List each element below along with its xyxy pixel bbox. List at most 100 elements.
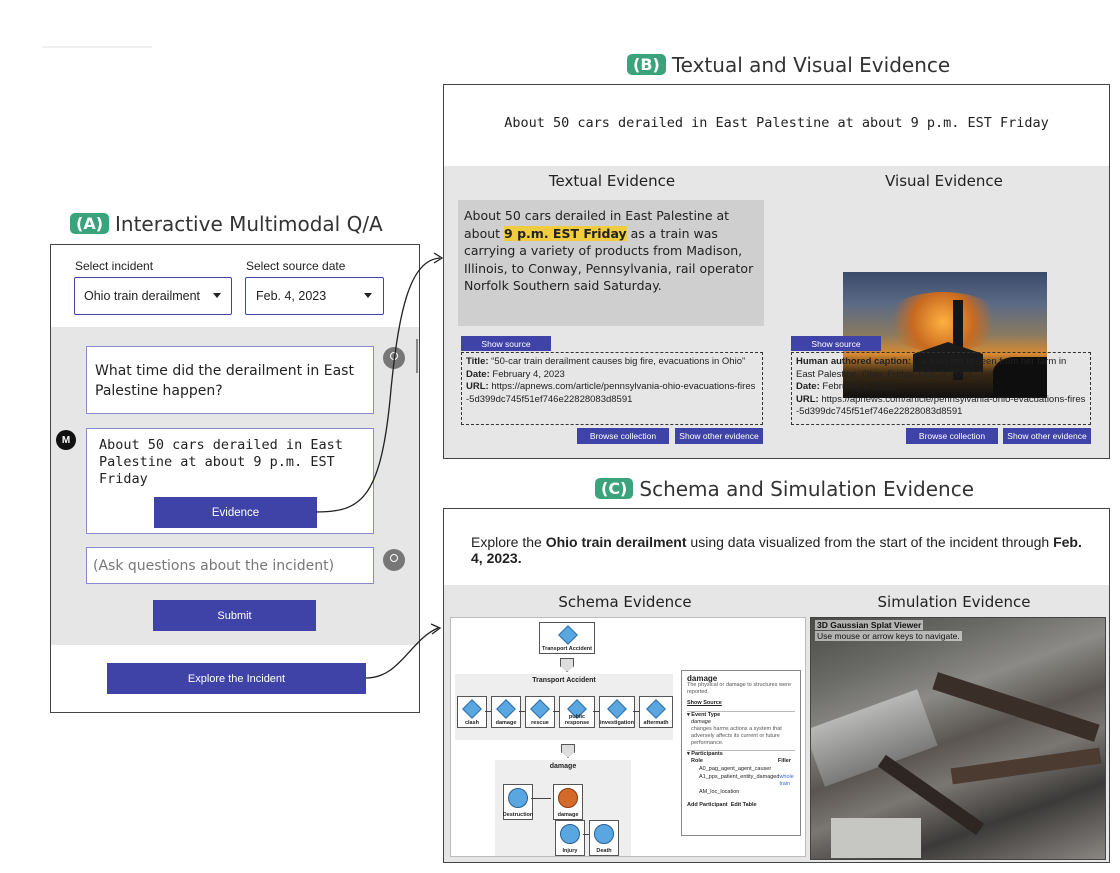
splat-viewer-hint: Use mouse or arrow keys to navigate. bbox=[815, 631, 962, 641]
text-source-box: Title: “50-car train derailment causes b… bbox=[461, 352, 763, 425]
death-node[interactable]: Death bbox=[589, 820, 619, 856]
panel-a-title: (A) Interactive Multimodal Q/A bbox=[70, 212, 383, 236]
panel-a-title-text: Interactive Multimodal Q/A bbox=[115, 212, 383, 236]
detail-actions: Add Participant Edit Table bbox=[687, 802, 795, 809]
step-label: aftermath bbox=[643, 720, 669, 726]
url-label: URL: bbox=[466, 381, 489, 392]
transport-accident-group: Transport Accident clash damage rescue p… bbox=[455, 674, 673, 740]
circle-icon bbox=[594, 824, 614, 844]
schema-graph[interactable]: Transport Accident Transport Accident cl… bbox=[450, 617, 806, 857]
date-label: Date: bbox=[796, 381, 820, 392]
show-source-link[interactable]: Show Source bbox=[687, 700, 795, 707]
role-value: AM_loc_location bbox=[699, 789, 740, 795]
role-header: Role bbox=[691, 758, 703, 764]
url-value[interactable]: https://apnews.com/article/pennsylvania-… bbox=[466, 381, 755, 405]
browse-collection-button[interactable]: Browse collection bbox=[577, 428, 669, 444]
circle-icon bbox=[558, 788, 578, 808]
group-title: Transport Accident bbox=[532, 677, 596, 684]
submit-button[interactable]: Submit bbox=[153, 600, 316, 631]
schema-simulation-area: Schema Evidence Simulation Evidence Tran… bbox=[444, 585, 1109, 862]
damage-node[interactable]: damage bbox=[553, 784, 583, 820]
show-source-button-visual[interactable]: Show source bbox=[791, 336, 881, 351]
visual-source-box: Human authored caption: ...a train fire … bbox=[791, 352, 1091, 425]
role-value: A0_pag_agent_agent_causer bbox=[699, 766, 772, 772]
url-value[interactable]: https://apnews.com/article/pennsylvania-… bbox=[796, 394, 1085, 418]
node-label: Destruction bbox=[502, 812, 534, 818]
panel-a-badge: (A) bbox=[70, 213, 110, 234]
evidence-highlight: 9 p.m. EST Friday bbox=[504, 225, 627, 241]
title-value: “50-car train derailment causes big fire… bbox=[491, 356, 746, 367]
circle-icon bbox=[560, 824, 580, 844]
panel-c-badge: (C) bbox=[595, 478, 634, 499]
node-label: damage bbox=[557, 812, 579, 818]
step-node[interactable]: public response bbox=[559, 696, 595, 728]
incident-label: Select incident bbox=[75, 259, 154, 273]
simulation-heading: Simulation Evidence bbox=[877, 593, 1031, 611]
participants-toggle[interactable]: ▾ Participants bbox=[687, 750, 795, 758]
diamond-icon bbox=[646, 699, 666, 719]
schema-heading: Schema Evidence bbox=[558, 593, 692, 611]
claim-text: About 50 cars derailed in East Palestine… bbox=[504, 115, 1049, 131]
step-node[interactable]: investigation bbox=[599, 696, 635, 728]
intro-mid: using data visualized from the start of … bbox=[686, 534, 1054, 550]
date-label: Date: bbox=[466, 368, 490, 380]
damage-group: damage Destruction damage Injury Death bbox=[495, 760, 631, 856]
wreck-area bbox=[811, 689, 938, 787]
participant-row[interactable]: A0_pag_agent_agent_causer bbox=[699, 766, 791, 773]
event-type-toggle[interactable]: ▾ Event Type bbox=[687, 711, 795, 719]
browse-collection-button-visual[interactable]: Browse collection bbox=[906, 428, 998, 444]
step-label: rescue bbox=[531, 720, 549, 726]
splat-viewer[interactable]: 3D Gaussian Splat Viewer Use mouse or ar… bbox=[810, 617, 1106, 860]
show-other-evidence-button-visual[interactable]: Show other evidence bbox=[1003, 428, 1091, 444]
intro-bold: Ohio train derailment bbox=[545, 534, 687, 550]
role-value: A1_pps_patient_entity_damaged bbox=[699, 774, 780, 780]
title-label: Title: bbox=[466, 356, 489, 367]
intro-pre: Explore the bbox=[471, 534, 546, 550]
schema-panel: Explore the Ohio train derailment using … bbox=[443, 508, 1110, 863]
connector-arrows bbox=[315, 252, 444, 679]
show-other-evidence-button[interactable]: Show other evidence bbox=[675, 428, 763, 444]
visual-heading: Visual Evidence bbox=[885, 172, 1003, 190]
step-node[interactable]: clash bbox=[457, 696, 487, 728]
url-label: URL: bbox=[796, 393, 819, 405]
snow-area bbox=[831, 818, 921, 858]
circle-icon bbox=[508, 788, 528, 808]
splat-viewer-title: 3D Gaussian Splat Viewer bbox=[815, 620, 924, 630]
explore-connector bbox=[365, 627, 439, 679]
filler-value: whole train bbox=[779, 774, 794, 787]
step-node[interactable]: rescue bbox=[525, 696, 555, 728]
filler-header: Filler bbox=[777, 758, 791, 764]
textual-evidence-text: About 50 cars derailed in East Palestine… bbox=[458, 200, 764, 326]
panel-b-title: (B) Textual and Visual Evidence bbox=[627, 53, 950, 77]
detail-card: damage The physical or damage to structu… bbox=[681, 670, 801, 836]
show-source-button[interactable]: Show source bbox=[461, 336, 551, 351]
step-label: damage bbox=[495, 720, 517, 726]
caption-label: Human authored caption: bbox=[796, 356, 912, 367]
date-value: February 4, 2023 bbox=[822, 381, 895, 392]
injury-node[interactable]: Injury bbox=[555, 820, 585, 856]
schema-intro: Explore the Ohio train derailment using … bbox=[471, 534, 1091, 566]
textual-heading: Textual Evidence bbox=[548, 172, 676, 190]
diamond-icon bbox=[530, 699, 550, 719]
transport-accident-node[interactable]: Transport Accident bbox=[539, 622, 595, 654]
panel-c-title: (C) Schema and Simulation Evidence bbox=[595, 477, 974, 501]
sub-group-title: damage bbox=[549, 763, 577, 770]
add-participant-button[interactable]: Add Participant bbox=[687, 802, 728, 808]
railcar-shape bbox=[932, 672, 1100, 742]
step-label: clash bbox=[464, 720, 480, 726]
evidence-area: Textual Evidence Visual Evidence About 5… bbox=[444, 166, 1109, 458]
participant-row[interactable]: A1_pps_patient_entity_damaged whole train bbox=[699, 774, 794, 788]
panel-c-title-text: Schema and Simulation Evidence bbox=[639, 477, 975, 501]
destruction-node[interactable]: Destruction bbox=[503, 784, 533, 820]
evidence-button[interactable]: Evidence bbox=[154, 497, 317, 528]
node-label: Transport Accident bbox=[542, 646, 592, 652]
evidence-panel: About 50 cars derailed in East Palestine… bbox=[443, 84, 1110, 459]
incident-select-value: Ohio train derailment bbox=[84, 289, 201, 303]
participant-row[interactable]: AM_loc_location bbox=[699, 789, 791, 796]
step-node[interactable]: aftermath bbox=[639, 696, 673, 728]
step-node[interactable]: damage bbox=[491, 696, 521, 728]
detail-desc: The physical or damage to structures wer… bbox=[687, 682, 791, 695]
incident-select[interactable]: Ohio train derailment bbox=[74, 277, 232, 315]
chevron-down-icon bbox=[213, 293, 221, 298]
edit-table-button[interactable]: Edit Table bbox=[731, 802, 757, 808]
